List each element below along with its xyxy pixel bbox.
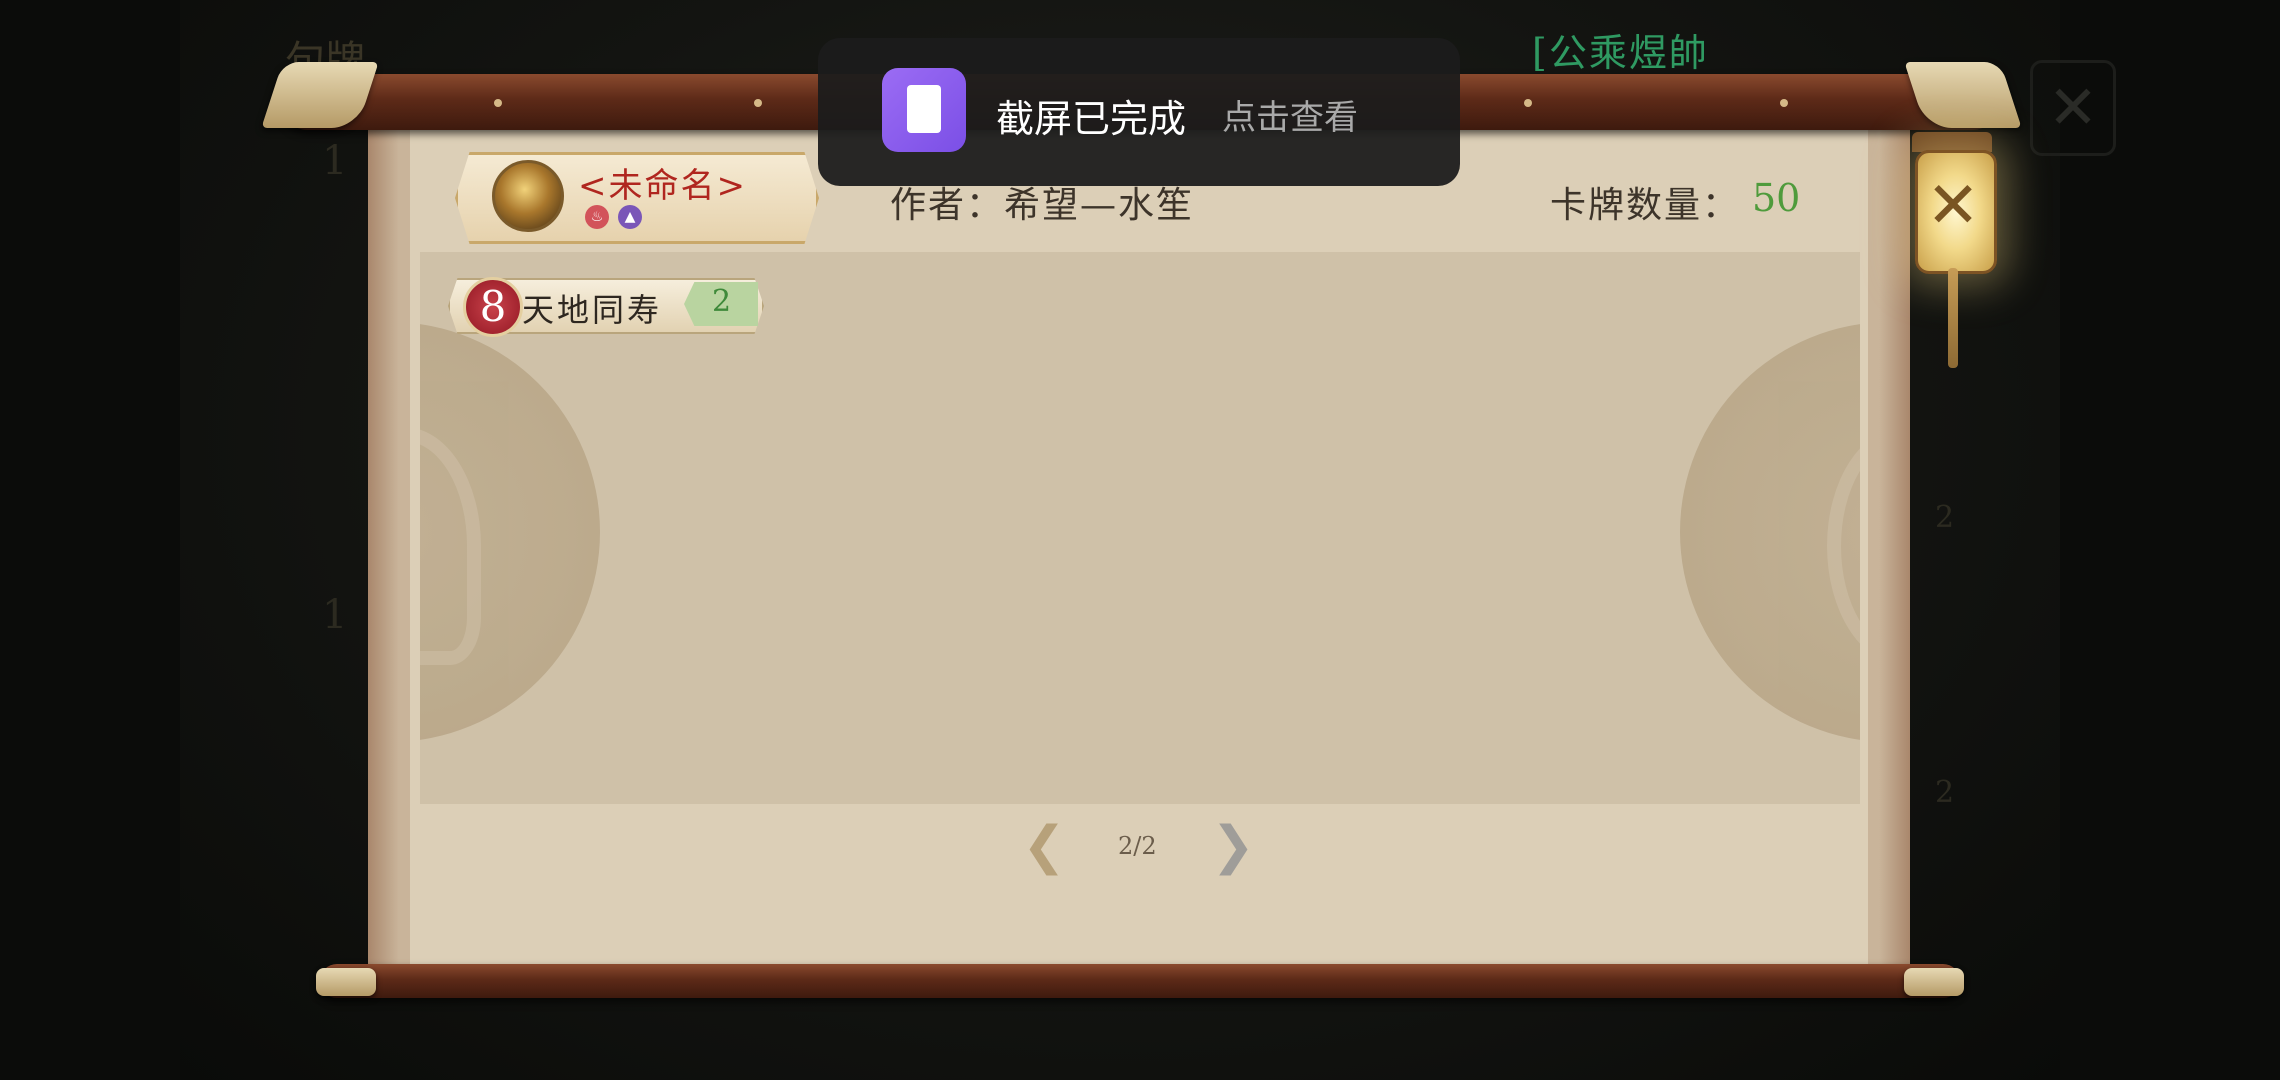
- card-quantity: 2: [712, 284, 732, 319]
- cloud-swirl-decoration: [420, 322, 600, 742]
- hero-avatar: [492, 160, 564, 232]
- mountain-icon: ▲: [618, 205, 642, 229]
- card-cost-badge: 8: [463, 277, 523, 337]
- close-icon[interactable]: ✕: [1915, 168, 1991, 244]
- rod-stud: [754, 99, 762, 107]
- scroll-bottom-rod: [320, 964, 1960, 998]
- prev-arrow-icon[interactable]: ❮: [1016, 818, 1072, 874]
- deck-name: <未命名>: [578, 166, 747, 206]
- rod-stud: [1524, 99, 1532, 107]
- page-indicator: 2/2: [1118, 832, 1157, 860]
- background-number: 1: [322, 592, 348, 638]
- screenshot-icon-glyph: [907, 85, 941, 133]
- card-count-value: 50: [1752, 176, 1801, 220]
- card-count-label: 卡牌数量：: [1550, 185, 1741, 226]
- scroll-cap-bottom-right: [1904, 968, 1964, 996]
- background-number: 2: [1935, 775, 1955, 810]
- background-player-name: [公乘煜帥: [1532, 31, 1709, 75]
- rod-stud: [494, 99, 502, 107]
- background-close-icon: ✕: [2030, 60, 2116, 156]
- toast-title: 截屏已完成: [996, 97, 1187, 141]
- background-right-column: [1905, 160, 1987, 980]
- next-arrow-icon[interactable]: ❯: [1205, 818, 1261, 874]
- background-left-column: [310, 140, 372, 980]
- author-name: 希望—水笙: [1004, 185, 1195, 226]
- card-list-panel: [420, 252, 1860, 804]
- fire-icon: ♨: [585, 205, 609, 229]
- card-name: 天地同寿: [522, 291, 663, 329]
- scroll-cap-bottom-left: [316, 968, 376, 996]
- lantern-cap: [1912, 132, 1992, 152]
- background-number: 2: [1935, 500, 1955, 535]
- cloud-swirl-decoration: [1680, 322, 1860, 742]
- rod-stud: [1780, 99, 1788, 107]
- toast-view-button[interactable]: 点击查看: [1222, 90, 1358, 139]
- background-number: 1: [322, 138, 348, 184]
- author-label: 作者：: [890, 185, 1005, 226]
- lantern-tassel: [1948, 268, 1958, 368]
